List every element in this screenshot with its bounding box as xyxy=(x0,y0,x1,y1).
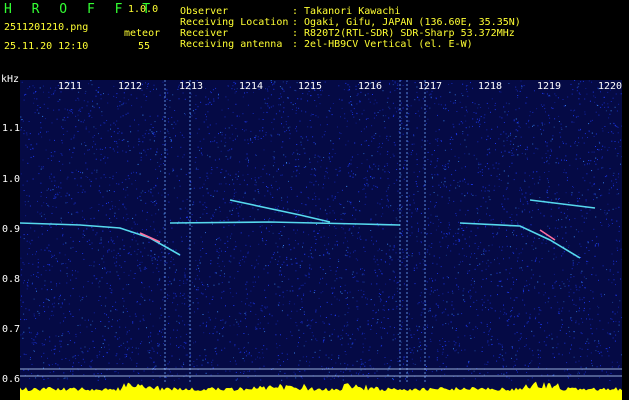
y-tick-label: 1.1 xyxy=(2,123,21,134)
y-unit-label: kHz xyxy=(1,74,20,85)
version-label: 1.0.0 xyxy=(128,4,159,15)
filename-label: 2511201210.png xyxy=(4,22,89,33)
info-value-receiver: : R820T2(RTL-SDR) SDR-Sharp 53.372MHz xyxy=(292,28,515,39)
minute-label: 1217 xyxy=(418,81,443,92)
y-tick-label: 1.0 xyxy=(2,174,21,185)
minute-label: 1215 xyxy=(298,81,323,92)
info-label-location: Receiving Location xyxy=(180,17,289,28)
spectrogram-plot xyxy=(20,80,622,400)
minute-label: 1213 xyxy=(179,81,204,92)
meteor-echo-head xyxy=(139,232,161,243)
y-tick-label: 0.6 xyxy=(2,374,21,385)
y-tick-label: 0.8 xyxy=(2,274,21,285)
meteor-trail xyxy=(169,221,401,226)
noise-layer xyxy=(20,80,622,381)
minute-label: 1212 xyxy=(118,81,143,92)
minute-label: 1218 xyxy=(478,81,503,92)
info-label-receiver: Receiver xyxy=(180,28,229,39)
meteor-trail xyxy=(529,199,596,209)
minute-label: 1219 xyxy=(537,81,562,92)
info-label-observer: Observer xyxy=(180,6,229,17)
info-value-observer: : Takanori Kawachi xyxy=(292,6,401,17)
datetime-label: 25.11.20 12:10 xyxy=(4,41,89,52)
meteor-trail xyxy=(20,222,181,256)
minute-label: 1216 xyxy=(358,81,383,92)
minute-label: 1214 xyxy=(239,81,264,92)
info-value-location: : Ogaki, Gifu, JAPAN (136.60E, 35.35N) xyxy=(292,17,521,28)
meteor-trail xyxy=(229,199,331,223)
minute-label: 1211 xyxy=(58,81,83,92)
count-label: 55 xyxy=(138,41,151,52)
info-value-antenna: : 2el-HB9CV Vertical (el. E-W) xyxy=(292,39,473,50)
minute-label: 1220 xyxy=(598,81,623,92)
signal-level-strip xyxy=(20,381,622,400)
spectrogram-canvas xyxy=(20,80,622,400)
y-tick-label: 0.9 xyxy=(2,224,21,235)
info-label-antenna: Receiving antenna xyxy=(180,39,283,50)
y-tick-label: 0.7 xyxy=(2,324,21,335)
mode-label: meteor xyxy=(124,28,161,39)
